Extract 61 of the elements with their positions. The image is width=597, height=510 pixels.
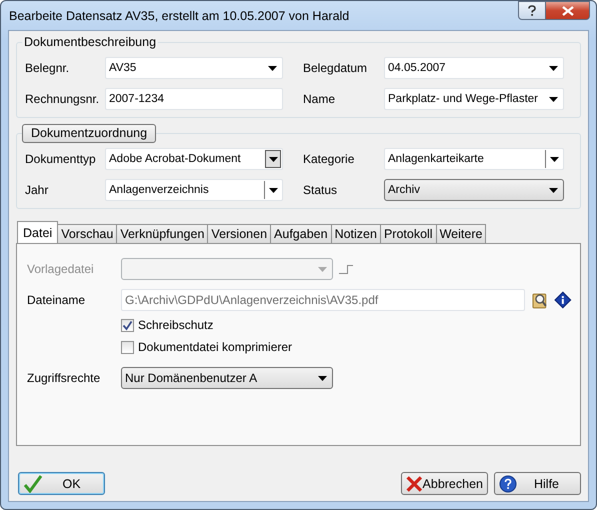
group-title-button[interactable]: Dokumentzuordnung xyxy=(22,124,156,143)
combo-box[interactable]: AV35 xyxy=(105,57,283,79)
close-button[interactable] xyxy=(546,1,590,20)
dropdown-button[interactable] xyxy=(545,150,562,168)
dropdown-arrow-icon xyxy=(268,188,278,192)
combo-box[interactable]: Anlagenverzeichnis xyxy=(105,179,283,201)
tab[interactable]: Vorschau xyxy=(57,224,118,243)
dropdown-arrow-icon xyxy=(550,156,558,162)
checkbox[interactable]: Schreibschutz xyxy=(121,318,214,332)
tab[interactable]: Aufgaben xyxy=(270,224,332,243)
field-label: Rechnungsnr. xyxy=(25,92,100,106)
field-label: Belegdatum xyxy=(302,61,368,75)
folder-search-icon[interactable] xyxy=(532,291,548,309)
field-label: Jahr xyxy=(25,183,50,197)
dropdown-arrow-icon xyxy=(268,66,277,70)
dialog-button[interactable]: Hilfe xyxy=(494,472,581,495)
field-label: Vorlagedatei xyxy=(27,262,95,276)
dialog-button[interactable]: OK xyxy=(18,472,105,495)
tab[interactable]: Versionen xyxy=(207,224,272,243)
help-button[interactable] xyxy=(518,1,546,20)
field-label: Status xyxy=(302,183,338,197)
field-label: Dateiname xyxy=(27,293,86,307)
combo-box[interactable]: Parkplatz- und Wege-Pflaster xyxy=(384,88,564,110)
dropdown-button[interactable] xyxy=(265,150,281,168)
dropdown-arrow-icon xyxy=(549,188,558,192)
tab[interactable]: Protokoll xyxy=(380,224,437,243)
dropdown-list[interactable]: Archiv xyxy=(384,179,564,201)
dropdown-arrow-icon xyxy=(318,376,327,380)
tab[interactable]: Datei xyxy=(17,221,58,243)
dropdown-button[interactable] xyxy=(264,181,281,199)
text-field[interactable]: G:\Archiv\GDPdU\Anlagenverzeichnis\AV35.pdf xyxy=(121,289,525,311)
help-icon xyxy=(527,4,537,16)
help-icon xyxy=(499,474,517,492)
combo-box[interactable]: Adobe Acrobat-Dokument xyxy=(105,148,283,170)
checkbox-square[interactable] xyxy=(121,340,134,354)
combo-box[interactable]: Anlagenkarteikarte xyxy=(384,148,564,170)
tab[interactable]: Notizen xyxy=(330,224,381,243)
dialog-button[interactable]: Abbrechen xyxy=(401,472,488,495)
tab[interactable]: Verknüpfungen xyxy=(116,224,208,243)
dropdown-arrow-icon xyxy=(549,96,558,102)
combo-box[interactable]: 04.05.2007 xyxy=(384,57,564,79)
checkbox-square[interactable] xyxy=(121,318,134,332)
field-label: Zugriffsrechte xyxy=(27,371,102,385)
field-label: Dokumenttyp xyxy=(25,152,97,166)
window-title: Bearbeite Datensatz AV35, erstellt am 10.05.2007 von Harald xyxy=(9,8,350,22)
dropdown-list[interactable]: Nur Domänenbenutzer A xyxy=(121,367,333,389)
field-label: Name xyxy=(302,92,336,106)
field-label: Kategorie xyxy=(302,152,356,166)
group-title: Dokumentbeschreibung xyxy=(22,35,158,50)
dropdown-arrow-icon xyxy=(318,266,327,272)
check-icon xyxy=(23,474,43,492)
close-icon xyxy=(562,6,574,16)
text-field[interactable]: 2007-1234 xyxy=(105,88,283,110)
cross-icon xyxy=(406,474,423,492)
tab[interactable]: Weitere xyxy=(436,224,486,243)
step-line-icon xyxy=(339,264,353,274)
field-label: Belegnr. xyxy=(25,61,70,75)
dropdown-arrow-icon xyxy=(268,156,278,162)
info-icon[interactable] xyxy=(554,291,572,309)
dropdown-arrow-icon xyxy=(549,66,558,70)
checkbox[interactable]: Dokumentdatei komprimierer xyxy=(121,340,292,354)
